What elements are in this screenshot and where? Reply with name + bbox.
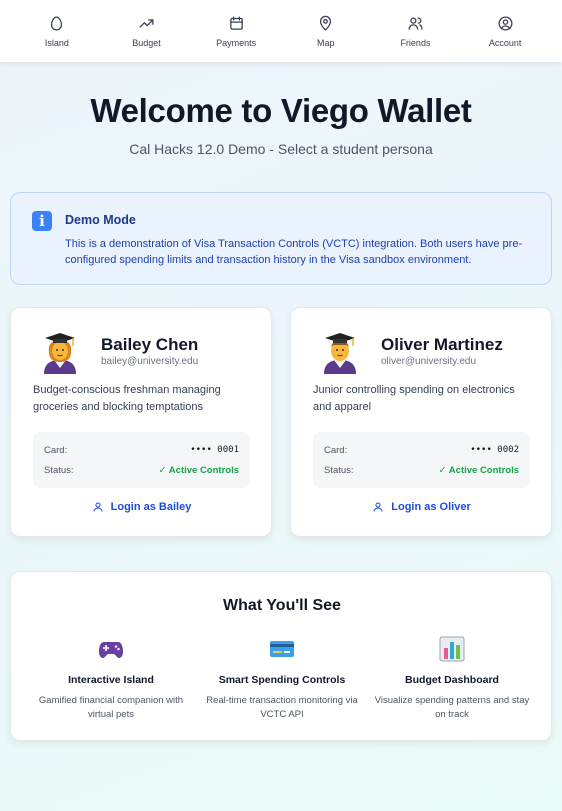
student-avatar-icon	[44, 333, 76, 374]
trending-up-icon	[139, 18, 154, 28]
status-row: Status: ✓ Active Controls	[324, 465, 519, 476]
persona-name: Bailey Chen	[101, 335, 199, 354]
top-nav: Island Budget Payments Map Friends Accou…	[0, 0, 562, 62]
page-subtitle: Cal Hacks 12.0 Demo - Select a student p…	[129, 141, 433, 157]
card-info-panel: Card: •••• 0001 Status: ✓ Active Control…	[33, 432, 250, 488]
info-icon: i	[32, 211, 52, 231]
student-avatar-icon	[324, 333, 356, 374]
features-title: What You'll See	[223, 597, 341, 614]
status-row: Status: ✓ Active Controls	[44, 465, 239, 476]
nav-label-budget: Budget	[132, 37, 161, 48]
user-icon	[373, 502, 383, 512]
persona-email: oliver@university.edu	[381, 356, 477, 367]
status-badge: ✓ Active Controls	[438, 465, 519, 476]
login-oliver-button[interactable]: Login as Oliver	[313, 496, 530, 518]
credit-card-icon	[270, 641, 294, 657]
game-controller-icon	[99, 642, 123, 658]
features-panel: What You'll See Interactive Island Gamif…	[10, 571, 552, 741]
nav-label-payments: Payments	[216, 37, 257, 48]
card-label: Card:	[324, 445, 348, 456]
demo-mode-notice: i Demo Mode This is a demonstration of V…	[10, 192, 552, 285]
login-button-label: Login as Oliver	[391, 501, 471, 513]
map-pin-icon	[320, 15, 332, 31]
feature-title: Interactive Island	[68, 674, 154, 686]
persona-name: Oliver Martinez	[381, 335, 503, 354]
status-badge: ✓ Active Controls	[158, 465, 239, 476]
nav-item-payments[interactable]: Payments	[196, 6, 276, 56]
persona-card-oliver: Oliver Martinez oliver@university.edu Ju…	[290, 307, 552, 537]
user-icon	[93, 502, 103, 512]
persona-description: Junior controlling spending on electroni…	[313, 384, 515, 413]
nav-item-map[interactable]: Map	[286, 6, 366, 56]
nav-label-friends: Friends	[400, 37, 431, 48]
nav-label-map: Map	[317, 37, 335, 48]
feature-title: Budget Dashboard	[405, 674, 499, 686]
status-label: Status:	[324, 465, 354, 476]
bar-chart-icon	[439, 636, 465, 662]
card-info-panel: Card: •••• 0002 Status: ✓ Active Control…	[313, 432, 530, 488]
feature-title: Smart Spending Controls	[218, 674, 346, 686]
nav-item-island[interactable]: Island	[17, 6, 97, 56]
feature-budget-dashboard: Budget Dashboard Visualize spending patt…	[365, 636, 539, 722]
user-circle-icon	[498, 15, 513, 31]
card-number: •••• 0001	[190, 445, 239, 455]
persona-card-bailey: Bailey Chen bailey@university.edu Budget…	[10, 307, 272, 537]
feature-interactive-island: Interactive Island Gamified financial co…	[24, 636, 198, 722]
status-label: Status:	[44, 465, 74, 476]
feature-smart-spending: Smart Spending Controls Real-time transa…	[195, 636, 369, 722]
login-bailey-button[interactable]: Login as Bailey	[33, 496, 250, 518]
login-button-label: Login as Bailey	[110, 501, 192, 513]
nav-label-account: Account	[488, 37, 522, 48]
nav-item-budget[interactable]: Budget	[106, 6, 186, 56]
card-label: Card:	[44, 445, 68, 456]
card-number: •••• 0002	[470, 445, 519, 455]
demo-mode-text: This is a demonstration of Visa Transact…	[65, 238, 523, 266]
demo-mode-title: Demo Mode	[65, 213, 136, 227]
persona-email: bailey@university.edu	[101, 356, 199, 367]
feature-description: Real-time transaction monitoring via VCT…	[206, 695, 358, 720]
nav-item-friends[interactable]: Friends	[375, 6, 455, 56]
egg-icon	[51, 15, 63, 30]
feature-description: Gamified financial companion with virtua…	[38, 695, 184, 720]
users-icon	[408, 17, 423, 30]
page-title: Welcome to Viego Wallet	[90, 92, 472, 129]
calendar-icon	[229, 15, 243, 30]
persona-description: Budget-conscious freshman managing groce…	[33, 384, 221, 413]
card-row: Card: •••• 0001	[44, 445, 239, 456]
card-row: Card: •••• 0002	[324, 445, 519, 456]
nav-label-island: Island	[44, 37, 69, 48]
feature-description: Visualize spending patterns and stay on …	[374, 695, 530, 720]
nav-item-account[interactable]: Account	[465, 6, 545, 56]
